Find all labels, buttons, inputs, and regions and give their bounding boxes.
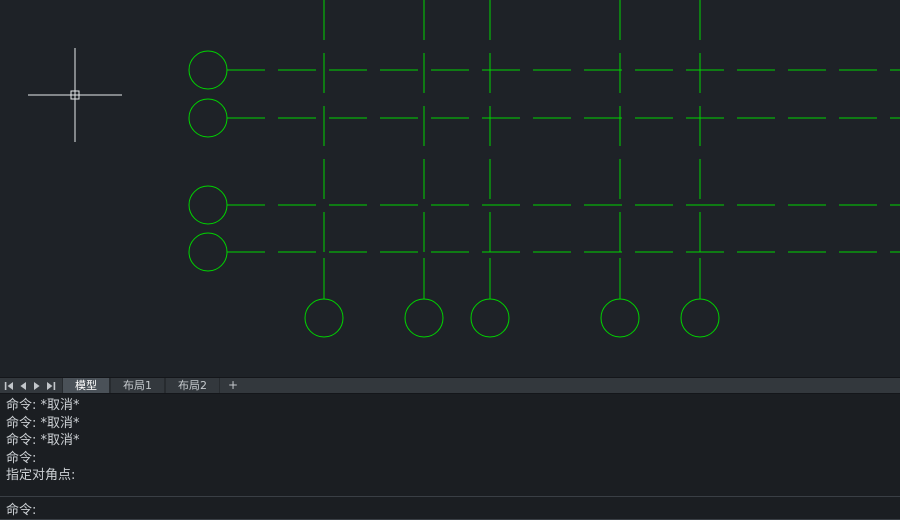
- bottom-axis-circle[interactable]: [601, 299, 639, 337]
- cad-window: 模型布局1布局2 + 命令: *取消*命令: *取消*命令: *取消*命令:指定…: [0, 0, 900, 520]
- command-history-line: 命令:: [6, 450, 894, 468]
- layout-tabbar: 模型布局1布局2 +: [0, 377, 900, 394]
- last-tab-button[interactable]: [44, 378, 58, 393]
- command-history-line: 指定对角点:: [6, 467, 894, 485]
- layout-tabs: 模型布局1布局2: [62, 378, 220, 393]
- command-history-line: 命令: *取消*: [6, 432, 894, 450]
- bottom-axis-circle[interactable]: [681, 299, 719, 337]
- command-prompt: 命令:: [6, 499, 36, 518]
- tab-layout2[interactable]: 布局2: [165, 378, 220, 393]
- command-input-row[interactable]: 命令:: [0, 497, 900, 519]
- bottom-axis-circle[interactable]: [405, 299, 443, 337]
- tab-layout1[interactable]: 布局1: [110, 378, 165, 393]
- command-history[interactable]: 命令: *取消*命令: *取消*命令: *取消*命令:指定对角点:: [0, 394, 900, 496]
- previous-tab-icon: [18, 381, 28, 391]
- command-panel: 命令: *取消*命令: *取消*命令: *取消*命令:指定对角点: 命令:: [0, 394, 900, 520]
- left-axis-circle[interactable]: [189, 99, 227, 137]
- previous-tab-button[interactable]: [16, 378, 30, 393]
- next-tab-icon: [32, 381, 42, 391]
- command-history-line: 命令: *取消*: [6, 415, 894, 433]
- command-history-line: 命令: *取消*: [6, 397, 894, 415]
- tab-model[interactable]: 模型: [62, 378, 110, 393]
- bottom-axis-circle[interactable]: [471, 299, 509, 337]
- cad-canvas-svg: [0, 0, 900, 377]
- left-axis-circle[interactable]: [189, 233, 227, 271]
- tab-nav-buttons: [0, 378, 62, 393]
- last-tab-icon: [46, 381, 56, 391]
- next-tab-button[interactable]: [30, 378, 44, 393]
- drawing-canvas[interactable]: [0, 0, 900, 377]
- first-tab-button[interactable]: [2, 378, 16, 393]
- bottom-axis-circle[interactable]: [305, 299, 343, 337]
- new-layout-button[interactable]: +: [220, 378, 246, 393]
- first-tab-icon: [4, 381, 14, 391]
- left-axis-circle[interactable]: [189, 186, 227, 224]
- left-axis-circle[interactable]: [189, 51, 227, 89]
